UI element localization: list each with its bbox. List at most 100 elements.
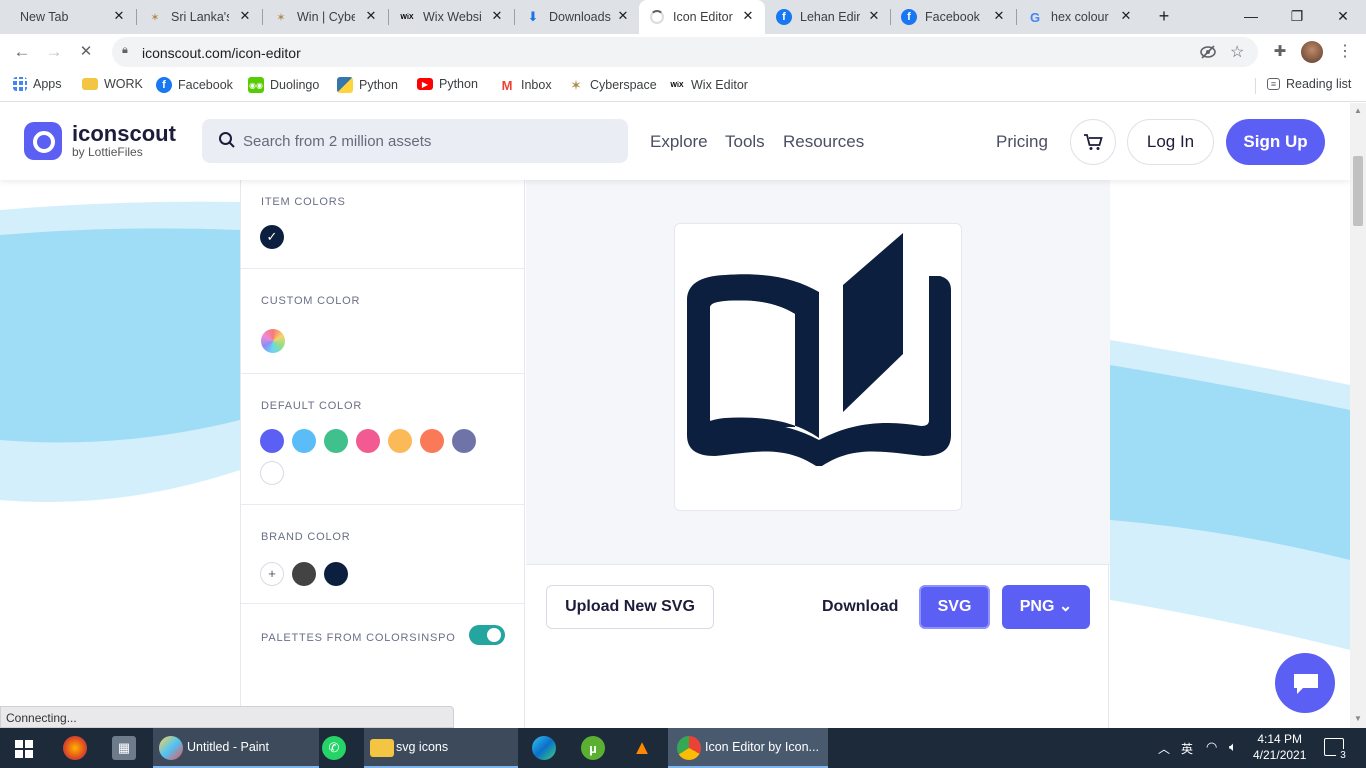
- item-color-swatch-selected[interactable]: ✓: [260, 225, 284, 249]
- color-wheel-icon[interactable]: [261, 329, 285, 353]
- tab-sri-lanka[interactable]: ✶ Sri Lanka's ✕: [137, 0, 262, 34]
- tab-facebook[interactable]: f Facebook ✕: [891, 0, 1016, 34]
- whatsapp-icon[interactable]: ✆: [322, 736, 346, 760]
- vlc-icon[interactable]: ▲: [630, 736, 654, 760]
- bookmark-apps[interactable]: Apps: [13, 77, 62, 91]
- tray-chevron-icon[interactable]: ︿: [1158, 740, 1170, 757]
- default-color-swatch[interactable]: [260, 461, 284, 485]
- signup-button[interactable]: Sign Up: [1226, 119, 1325, 165]
- input-language-indicator[interactable]: 英: [1181, 740, 1193, 757]
- download-svg-button[interactable]: SVG: [919, 585, 990, 629]
- default-color-swatch[interactable]: [420, 429, 444, 453]
- wifi-icon[interactable]: ◠: [1206, 739, 1217, 755]
- address-bar[interactable]: 🔒︎ iconscout.com/icon-editor ☆: [112, 37, 1258, 67]
- taskbar-paint[interactable]: Untitled - Paint: [153, 728, 319, 768]
- duolingo-icon: ◉◉: [248, 77, 264, 93]
- bookmark-wix-editor[interactable]: WiX Wix Editor: [669, 77, 748, 93]
- tab-close-icon[interactable]: ✕: [1118, 8, 1134, 24]
- bookmark-python-youtube[interactable]: ▶ Python: [417, 77, 478, 91]
- scroll-up-icon[interactable]: ▲: [1354, 106, 1362, 115]
- stop-loading-icon[interactable]: ✕: [74, 40, 98, 64]
- bookmark-cyberspace[interactable]: ✶ Cyberspace: [568, 77, 657, 93]
- profile-avatar[interactable]: [1301, 41, 1323, 63]
- tab-hex-colour[interactable]: G hex colour ✕: [1017, 0, 1142, 34]
- reading-list-button[interactable]: ≡ Reading list: [1267, 77, 1351, 91]
- nav-pricing[interactable]: Pricing: [996, 132, 1048, 152]
- tab-downloads[interactable]: ⬇ Downloads ✕: [515, 0, 638, 34]
- nav-explore[interactable]: Explore: [650, 132, 708, 152]
- bookmark-label: Cyberspace: [590, 78, 657, 92]
- add-brand-color-button[interactable]: +: [260, 562, 284, 586]
- scroll-down-icon[interactable]: ▼: [1354, 714, 1362, 723]
- taskbar-chrome[interactable]: Icon Editor by Icon...: [668, 728, 828, 768]
- tab-new-tab[interactable]: New Tab ✕: [0, 0, 136, 34]
- iconscout-logo[interactable]: iconscout by LottieFiles: [24, 122, 176, 160]
- tab-lehan-ediris[interactable]: f Lehan Ediris ✕: [766, 0, 890, 34]
- palettes-toggle[interactable]: [469, 625, 505, 645]
- taskbar-clock[interactable]: 4:14 PM 4/21/2021: [1253, 731, 1306, 763]
- bookmark-label: WORK: [104, 77, 143, 91]
- forward-arrow-icon[interactable]: →: [42, 40, 66, 64]
- utorrent-icon[interactable]: µ: [581, 736, 605, 760]
- default-color-swatch[interactable]: [324, 429, 348, 453]
- folder-icon: [82, 78, 98, 90]
- windows-start-icon[interactable]: [15, 740, 33, 758]
- gmail-icon: M: [501, 77, 513, 93]
- default-color-swatch[interactable]: [356, 429, 380, 453]
- bookmark-python[interactable]: Python: [337, 77, 398, 93]
- download-png-button[interactable]: PNG ⌄: [1002, 585, 1090, 629]
- chat-support-button[interactable]: [1275, 653, 1335, 713]
- extensions-puzzle-icon[interactable]: ✚: [1268, 40, 1292, 64]
- page-scrollbar[interactable]: ▲ ▼: [1350, 103, 1366, 728]
- default-color-swatch[interactable]: [260, 429, 284, 453]
- star-bookmark-icon[interactable]: ☆: [1230, 42, 1244, 62]
- tab-close-icon[interactable]: ✕: [111, 8, 127, 24]
- bookmark-inbox[interactable]: M Inbox: [499, 77, 552, 93]
- login-button[interactable]: Log In: [1127, 119, 1214, 165]
- firefox-icon[interactable]: [63, 736, 87, 760]
- eye-off-icon[interactable]: [1200, 45, 1216, 59]
- default-color-title: DEFAULT COLOR: [261, 400, 363, 412]
- edge-icon[interactable]: [532, 736, 556, 760]
- scrollbar-thumb[interactable]: [1353, 156, 1363, 226]
- calculator-icon[interactable]: ▦: [112, 736, 136, 760]
- cart-icon: [1084, 134, 1103, 150]
- bookmark-work[interactable]: WORK: [82, 77, 143, 91]
- facebook-icon: f: [901, 9, 917, 25]
- tab-wix-website[interactable]: WiX Wix Websit ✕: [389, 0, 514, 34]
- volume-icon[interactable]: 🔈︎: [1229, 739, 1237, 755]
- brand-color-swatch[interactable]: [324, 562, 348, 586]
- bookmark-duolingo[interactable]: ◉◉ Duolingo: [248, 77, 319, 93]
- cart-button[interactable]: [1070, 119, 1116, 165]
- nav-tools[interactable]: Tools: [725, 132, 765, 152]
- restore-button[interactable]: ❐: [1274, 0, 1320, 32]
- nav-resources[interactable]: Resources: [783, 132, 864, 152]
- minimize-button[interactable]: —: [1228, 0, 1274, 32]
- search-input[interactable]: Search from 2 million assets: [202, 119, 628, 163]
- default-color-swatch[interactable]: [292, 429, 316, 453]
- more-menu-icon[interactable]: ⋮: [1333, 40, 1357, 64]
- brand-color-swatch[interactable]: [292, 562, 316, 586]
- tab-close-icon[interactable]: ✕: [363, 8, 379, 24]
- default-color-swatch[interactable]: [388, 429, 412, 453]
- tab-close-icon[interactable]: ✕: [489, 8, 505, 24]
- window-close-button[interactable]: ✕: [1320, 0, 1366, 32]
- tab-close-icon[interactable]: ✕: [615, 8, 631, 24]
- bookmark-facebook[interactable]: f Facebook: [156, 77, 233, 93]
- upload-svg-button[interactable]: Upload New SVG: [546, 585, 714, 629]
- taskbar-svg-icons-folder[interactable]: svg icons: [364, 728, 518, 768]
- tab-close-icon[interactable]: ✕: [237, 8, 253, 24]
- tab-close-icon[interactable]: ✕: [866, 8, 882, 24]
- back-arrow-icon[interactable]: ←: [10, 40, 34, 64]
- tab-close-icon[interactable]: ✕: [740, 8, 756, 24]
- tab-label: New Tab: [20, 10, 69, 24]
- palettes-title: PALETTES FROM COLORSINSPO: [261, 632, 456, 644]
- tab-close-icon[interactable]: ✕: [991, 8, 1007, 24]
- open-book-icon[interactable]: [685, 230, 953, 466]
- bookmark-label: Wix Editor: [691, 78, 748, 92]
- tab-win-cyber[interactable]: ✶ Win | Cyber ✕: [263, 0, 388, 34]
- default-color-swatch[interactable]: [452, 429, 476, 453]
- notifications-icon[interactable]: 3: [1324, 738, 1350, 763]
- tab-icon-editor[interactable]: Icon Editor ✕: [639, 0, 765, 34]
- new-tab-button[interactable]: +: [1152, 0, 1176, 32]
